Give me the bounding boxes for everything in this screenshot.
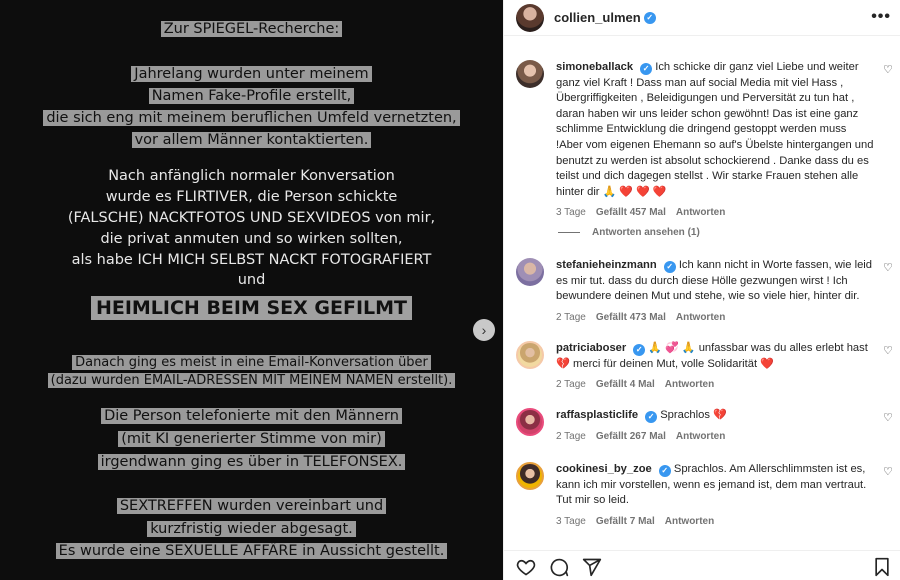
verified-icon: ✓ bbox=[645, 411, 658, 423]
comment-likes[interactable]: Gefällt 4 Mal bbox=[596, 379, 655, 390]
heart-icon[interactable] bbox=[516, 557, 536, 577]
comment-username[interactable]: cookinesi_by_zoe bbox=[556, 463, 652, 475]
media-text-line: Es wurde eine SEXUELLE AFFÄRE in Aussich… bbox=[0, 543, 503, 559]
media-text-line: kurzfristig wieder abgesagt. bbox=[0, 521, 503, 537]
share-icon[interactable] bbox=[582, 557, 602, 577]
media-text-line: Zur SPIEGEL-Recherche: bbox=[0, 21, 503, 37]
avatar[interactable] bbox=[516, 258, 544, 286]
comment-text: Sprachlos bbox=[660, 409, 710, 421]
comment-username[interactable]: stefanieheinzmann bbox=[556, 259, 657, 271]
media-text-headline: HEIMLICH BEIM SEX GEFILMT bbox=[0, 296, 503, 320]
comment-time: 2 Tage bbox=[556, 311, 586, 323]
heart-outline-icon[interactable]: ♡ bbox=[883, 465, 897, 479]
media-text-line: und bbox=[237, 272, 266, 288]
comment-likes[interactable]: Gefällt 473 Mal bbox=[596, 312, 666, 323]
heart-outline-icon[interactable]: ♡ bbox=[883, 63, 897, 77]
post-header: collien_ulmen ✓ ••• bbox=[504, 0, 900, 36]
comment-meta: 2 Tage Gefällt 4 Mal Antworten bbox=[556, 379, 874, 390]
comment-emoji: 💔 bbox=[713, 409, 727, 421]
divider bbox=[558, 232, 580, 233]
comment-time: 2 Tage bbox=[556, 430, 586, 442]
post-panel: collien_ulmen ✓ ••• simoneballack ✓ Ich s… bbox=[503, 0, 900, 580]
comment-text: Ich schicke dir ganz viel Liebe und weit… bbox=[556, 61, 874, 198]
comment-meta: 2 Tage Gefällt 267 Mal Antworten bbox=[556, 431, 874, 442]
media-text-line: wurde es FLIRTIVER, die Person schickte bbox=[105, 189, 398, 205]
reply-button[interactable]: Antworten bbox=[676, 431, 725, 442]
verified-icon: ✓ bbox=[658, 465, 671, 477]
next-slide-button[interactable]: › bbox=[473, 319, 495, 341]
media-text-line: als habe ICH MICH SELBST NACKT FOTOGRAFI… bbox=[71, 252, 432, 268]
reply-button[interactable]: Antworten bbox=[665, 379, 714, 390]
comment-item: cookinesi_by_zoe ✓ Sprachlos. Am Allersch… bbox=[504, 462, 900, 527]
verified-icon: ✓ bbox=[643, 11, 656, 24]
verified-icon: ✓ bbox=[633, 344, 646, 356]
media-text-line: SEXTREFFEN wurden vereinbart und bbox=[0, 498, 503, 514]
comment-meta: 3 Tage Gefällt 7 Mal Antworten bbox=[556, 516, 874, 527]
avatar[interactable] bbox=[516, 341, 544, 369]
media-text-line: (mit KI generierter Stimme von mir) bbox=[0, 431, 503, 447]
media-text-line: irgendwann ging es über in TELEFONSEX. bbox=[0, 454, 503, 470]
media-text-line: Namen Fake-Profile erstellt, bbox=[0, 88, 503, 104]
comment-emoji: 🙏 ❤️ ❤️ ❤️ bbox=[602, 185, 667, 198]
comment-likes[interactable]: Gefällt 7 Mal bbox=[596, 516, 655, 527]
media-text-line: (FALSCHE) NACKTFOTOS UND SEXVIDEOS von m… bbox=[67, 210, 436, 226]
comment-item: simoneballack ✓ Ich schicke dir ganz viel… bbox=[504, 60, 900, 218]
comment-username[interactable]: raffasplasticlife bbox=[556, 409, 638, 421]
comment-time: 3 Tage bbox=[556, 207, 586, 219]
comment-item: patriciaboser ✓ 🙏 💞 🙏 unfassbar was du al… bbox=[504, 341, 900, 390]
comment-time: 2 Tage bbox=[556, 379, 586, 391]
post-action-bar bbox=[504, 550, 900, 580]
media-text-line: (dazu wurden EMAIL-ADRESSEN MIT MEINEM N… bbox=[0, 373, 503, 388]
comment-username[interactable]: simoneballack bbox=[556, 61, 633, 73]
comment-emoji: 🙏 💞 🙏 bbox=[648, 342, 696, 354]
heart-outline-icon[interactable]: ♡ bbox=[883, 411, 897, 425]
avatar[interactable] bbox=[516, 462, 544, 490]
verified-icon: ✓ bbox=[663, 261, 676, 273]
verified-icon: ✓ bbox=[640, 63, 653, 75]
heart-outline-icon[interactable]: ♡ bbox=[883, 344, 897, 358]
reply-button[interactable]: Antworten bbox=[676, 312, 725, 323]
view-replies-label: Antworten ansehen (1) bbox=[592, 227, 700, 238]
comment-time: 3 Tage bbox=[556, 515, 586, 527]
post-author-username[interactable]: collien_ulmen bbox=[554, 10, 641, 25]
reply-button[interactable]: Antworten bbox=[665, 516, 714, 527]
comment-meta: 2 Tage Gefällt 473 Mal Antworten bbox=[556, 312, 874, 323]
media-text-line: Nach anfänglich normaler Konversation bbox=[108, 168, 395, 184]
view-replies-button[interactable]: Antworten ansehen (1) bbox=[558, 227, 700, 238]
media-text-line: die sich eng mit meinem beruflichen Umfe… bbox=[0, 110, 503, 126]
comment-icon[interactable] bbox=[549, 557, 569, 577]
media-text-line: Die Person telefonierte mit den Männern bbox=[0, 408, 503, 424]
post-media[interactable]: Zur SPIEGEL-Recherche: Jahrelang wurden … bbox=[0, 0, 503, 580]
more-options-icon[interactable]: ••• bbox=[871, 8, 891, 26]
avatar[interactable] bbox=[516, 60, 544, 88]
avatar[interactable] bbox=[516, 408, 544, 436]
comment-likes[interactable]: Gefällt 457 Mal bbox=[596, 207, 666, 218]
comment-item: raffasplasticlife ✓ Sprachlos 💔 2 Tage Ge… bbox=[504, 408, 900, 442]
heart-outline-icon[interactable]: ♡ bbox=[883, 261, 897, 275]
comment-item: stefanieheinzmann ✓ Ich kann nicht in Wor… bbox=[504, 258, 900, 323]
reply-button[interactable]: Antworten bbox=[676, 207, 725, 218]
comment-username[interactable]: patriciaboser bbox=[556, 342, 626, 354]
chevron-right-icon: › bbox=[481, 322, 487, 338]
comment-meta: 3 Tage Gefällt 457 Mal Antworten bbox=[556, 207, 874, 218]
comment-likes[interactable]: Gefällt 267 Mal bbox=[596, 431, 666, 442]
avatar[interactable] bbox=[516, 3, 544, 32]
media-text-line: Jahrelang wurden unter meinem bbox=[0, 66, 503, 82]
media-text-line: die privat anmuten und so wirken sollten… bbox=[100, 231, 403, 247]
bookmark-icon[interactable] bbox=[873, 557, 891, 577]
media-text-line: Danach ging es meist in eine Email-Konve… bbox=[0, 355, 503, 370]
media-text-line: vor allem Männer kontaktierten. bbox=[0, 132, 503, 148]
comment-emoji: ❤️ bbox=[760, 357, 774, 370]
